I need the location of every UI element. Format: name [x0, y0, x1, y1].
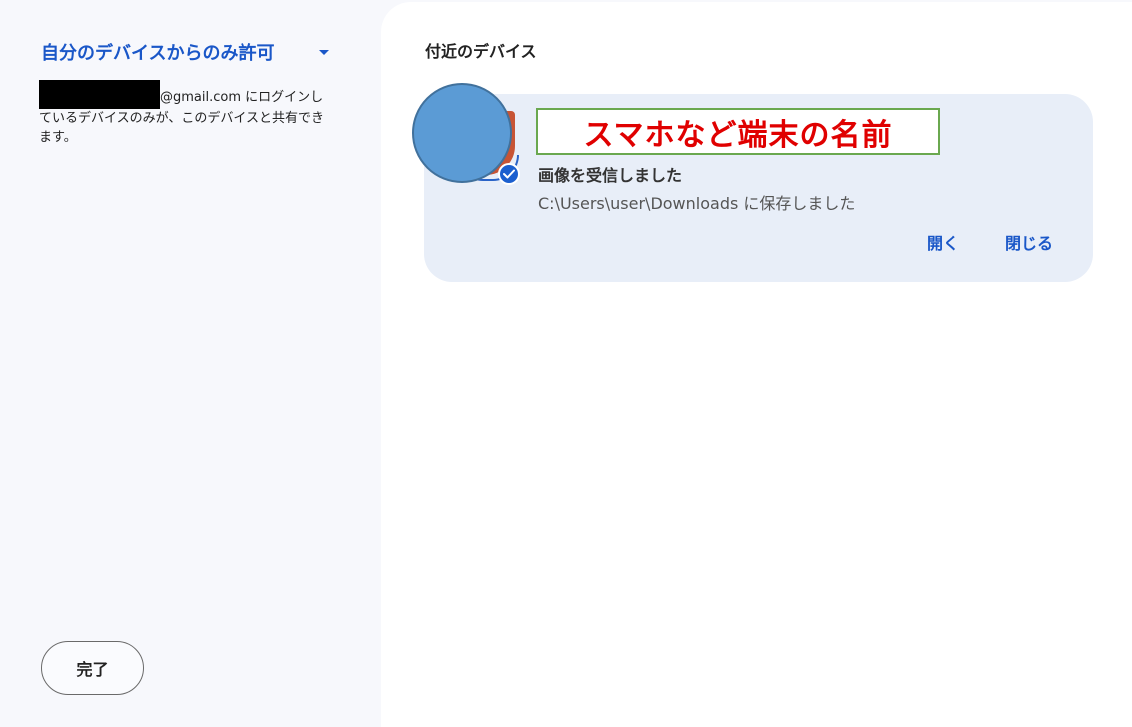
device-name: スマホなど端末の名前: [583, 117, 893, 153]
check-circle-icon: [498, 163, 520, 185]
card-actions: 開く 閉じる: [927, 230, 1053, 254]
description-text-2: ているデバイスのみが、このデバイスと共有でき: [39, 111, 324, 126]
email-suffix: @gmail.com: [160, 90, 242, 105]
transfer-status: 画像を受信しました: [538, 166, 683, 185]
description-text-1: にログインし: [241, 90, 324, 105]
visibility-label: 自分のデバイスからのみ許可: [41, 43, 275, 64]
description-text-3: ます。: [39, 130, 77, 145]
open-button[interactable]: 開く: [927, 230, 959, 254]
visibility-dropdown[interactable]: 自分のデバイスからのみ許可: [41, 38, 333, 66]
done-button[interactable]: 完了: [41, 641, 144, 695]
quick-share-window: 自分のデバイスからのみ許可 @gmail.com にログインしているデバイスのみ…: [0, 0, 1132, 727]
section-title: 付近のデバイス: [425, 42, 537, 61]
device-name-box: スマホなど端末の名前: [536, 108, 940, 155]
nearby-devices-pane: 付近のデバイス スマホなど端末の名前 画像を受信しました C:\Users\us…: [381, 2, 1132, 727]
avatar-circle-overlay: [412, 83, 512, 183]
close-button[interactable]: 閉じる: [1005, 230, 1053, 254]
device-avatar: [412, 83, 520, 185]
redacted-account-name: [39, 80, 160, 109]
settings-pane: 自分のデバイスからのみ許可 @gmail.com にログインしているデバイスのみ…: [0, 0, 380, 727]
visibility-description: @gmail.com にログインしているデバイスのみが、このデバイスと共有できま…: [39, 80, 339, 147]
device-card: スマホなど端末の名前 画像を受信しました C:\Users\user\Downl…: [412, 83, 1093, 282]
save-path: C:\Users\user\Downloads に保存しました: [538, 194, 856, 213]
arrow-drop-down-icon: [319, 49, 329, 55]
